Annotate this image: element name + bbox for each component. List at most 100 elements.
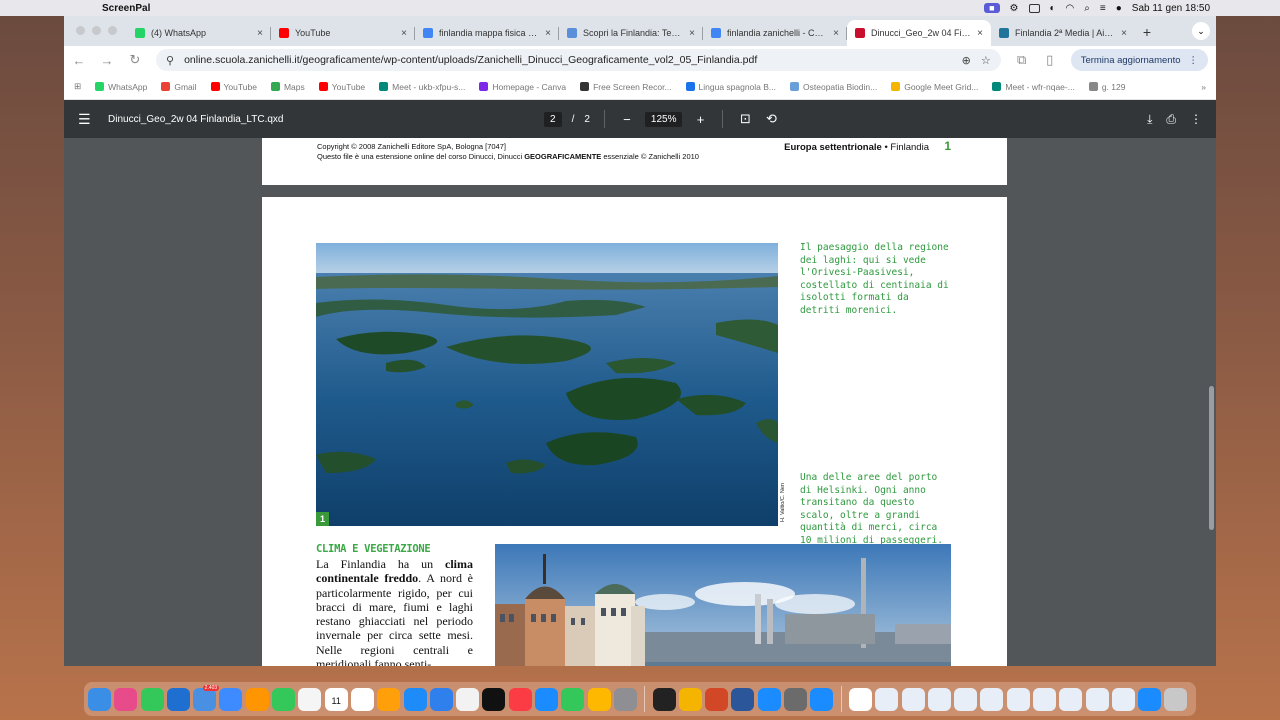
dock-file-app-icon-1[interactable] — [848, 687, 872, 711]
url-text[interactable]: online.scuola.zanichelli.it/geograficame… — [184, 54, 952, 66]
screenpal-status-icon[interactable]: ■ — [984, 3, 1000, 13]
dock-file-app-icon-9[interactable] — [1059, 687, 1083, 711]
dock-app-icon-1[interactable] — [88, 687, 111, 711]
audio-icon[interactable]: ◐ — [1050, 3, 1056, 14]
forward-arrow-icon[interactable]: → — [100, 53, 114, 68]
bookmark-item[interactable]: Osteopatia Biodin... — [790, 82, 877, 92]
print-icon[interactable]: ⎙ — [1166, 112, 1176, 127]
wifi-icon[interactable]: ◠ — [1066, 3, 1075, 14]
tab-3[interactable]: finlandia mappa fisica di... × — [415, 20, 559, 46]
dock-app-icon-3[interactable] — [140, 687, 164, 711]
pdf-menu-icon[interactable]: ☰ — [78, 111, 94, 128]
dock-app-icon-11[interactable] — [350, 687, 374, 711]
dock-file-app-icon-10[interactable] — [1085, 687, 1109, 711]
spotlight-search-icon[interactable]: ⌕ — [1084, 3, 1090, 14]
back-arrow-icon[interactable]: ← — [72, 53, 86, 68]
dock-app-icon-15[interactable] — [456, 687, 480, 711]
dock-recent-app-icon-1[interactable] — [652, 687, 676, 711]
zoom-out-button[interactable]: − — [619, 112, 635, 127]
dock-app-icon-13[interactable] — [403, 687, 427, 711]
dock-file-app-icon-12[interactable] — [1138, 687, 1162, 711]
dock-app-icon-21[interactable] — [613, 687, 637, 711]
zoom-window-button[interactable] — [108, 26, 117, 35]
tab-search-icon[interactable]: ⌄ — [1192, 22, 1210, 40]
bookmark-star-icon[interactable]: ☆ — [981, 54, 991, 67]
dock-app-icon-7[interactable] — [245, 687, 269, 711]
fit-page-icon[interactable]: ⊡ — [737, 111, 753, 127]
dock-app-icon-6[interactable] — [219, 687, 243, 711]
dock-file-app-icon-5[interactable] — [954, 687, 978, 711]
tab-close-icon[interactable]: × — [689, 28, 695, 39]
bookmark-item[interactable]: WhatsApp — [95, 82, 147, 92]
menubar-clock[interactable]: Sab 11 gen 18:50 — [1132, 3, 1210, 14]
tab-2[interactable]: YouTube × — [271, 20, 415, 46]
bookmark-item[interactable]: YouTube — [210, 82, 257, 92]
pdf-scrollbar-thumb[interactable] — [1209, 386, 1214, 530]
battery-icon[interactable] — [1028, 3, 1040, 13]
dock-app-icon-12[interactable] — [377, 687, 401, 711]
dock-recent-app-icon-5[interactable] — [757, 687, 781, 711]
bookmark-item[interactable]: Free Screen Recor... — [580, 82, 672, 92]
dock-file-app-icon-3[interactable] — [901, 687, 925, 711]
dock-recent-app-icon-7[interactable] — [810, 687, 834, 711]
tab-1[interactable]: (4) WhatsApp × — [127, 20, 271, 46]
dock-app-icon-4[interactable] — [166, 687, 190, 711]
dock-app-icon-14[interactable] — [429, 687, 453, 711]
page-number-input[interactable]: 2 — [544, 111, 562, 127]
siri-icon[interactable]: ● — [1116, 3, 1122, 14]
dock-recent-app-icon-4[interactable] — [731, 687, 755, 711]
dock-file-app-icon-6[interactable] — [980, 687, 1004, 711]
bookmark-item[interactable]: Homepage - Canva — [479, 82, 566, 92]
dock-app-icon-17[interactable] — [508, 687, 532, 711]
more-bookmarks-icon[interactable]: » — [1201, 82, 1206, 92]
zoom-in-button[interactable]: + — [692, 112, 708, 127]
dock-app-icon-9[interactable] — [298, 687, 322, 711]
bookmark-item[interactable]: Meet - wfr-nqae-... — [992, 82, 1075, 92]
control-center-icon[interactable]: ≡ — [1100, 3, 1106, 14]
reload-icon[interactable]: ↻ — [128, 52, 142, 68]
zoom-level-input[interactable]: 125% — [644, 111, 683, 127]
tab-close-icon[interactable]: × — [977, 28, 983, 39]
bookmark-item[interactable]: Maps — [270, 82, 305, 92]
tab-5[interactable]: finlandia zanichelli - Cer... × — [703, 20, 847, 46]
bookmark-item[interactable]: Google Meet Grid... — [891, 82, 978, 92]
bookmark-item[interactable]: g. 129 — [1088, 82, 1125, 92]
tab-close-icon[interactable]: × — [1121, 28, 1127, 39]
dock-file-app-icon-8[interactable] — [1032, 687, 1056, 711]
site-info-icon[interactable]: ⚲ — [166, 54, 174, 67]
minimize-window-button[interactable] — [92, 26, 101, 35]
bookmark-item[interactable]: Gmail — [161, 82, 197, 92]
active-app-name[interactable]: ScreenPal — [102, 3, 150, 14]
dock-file-app-icon-7[interactable] — [1006, 687, 1030, 711]
tab-close-icon[interactable]: × — [401, 28, 407, 39]
dock-app-icon-10[interactable]: 11 — [324, 687, 348, 711]
dock-app-icon-19[interactable] — [561, 687, 585, 711]
pdf-viewer-area[interactable]: Copyright © 2008 Zanichelli Editore SpA,… — [64, 138, 1216, 666]
more-options-icon[interactable]: ⋮ — [1190, 112, 1202, 127]
rotate-icon[interactable]: ⟲ — [763, 111, 779, 127]
tab-close-icon[interactable]: × — [545, 28, 551, 39]
new-tab-button[interactable]: + — [1135, 24, 1159, 46]
pdf-scrollbar[interactable] — [1207, 138, 1216, 666]
tab-4[interactable]: Scopri la Finlandia: Terri... × — [559, 20, 703, 46]
tab-close-icon[interactable]: × — [257, 28, 263, 39]
finish-update-button[interactable]: Termina aggiornamento ⋮ — [1070, 49, 1208, 71]
dock-app-icon-8[interactable] — [272, 687, 296, 711]
tab-close-icon[interactable]: × — [833, 28, 839, 39]
tab-6[interactable]: Dinucci_Geo_2w 04 Finl... × — [847, 20, 991, 46]
bookmark-item[interactable]: Lingua spagnola B... — [685, 82, 776, 92]
dock-app-icon-20[interactable] — [587, 687, 611, 711]
dock-recent-app-icon-6[interactable] — [784, 687, 808, 711]
dock-file-app-icon-2[interactable] — [875, 687, 899, 711]
zoom-icon[interactable]: ⊕ — [962, 54, 971, 67]
dock-file-app-icon-11[interactable] — [1111, 687, 1135, 711]
dock-app-icon-18[interactable] — [535, 687, 559, 711]
dock-app-icon-2[interactable] — [114, 687, 138, 711]
extension-status-icon[interactable]: ⚙ — [1010, 3, 1019, 14]
tab-7[interactable]: Finlandia 2ª Media | Aiut... × — [991, 20, 1135, 46]
address-bar[interactable]: ⚲ online.scuola.zanichelli.it/geografica… — [156, 49, 1001, 71]
apps-grid-icon[interactable]: ⊞ — [74, 81, 81, 92]
dock-app-icon-5[interactable]: 2.403 — [193, 684, 220, 711]
bookmark-item[interactable]: YouTube — [318, 82, 365, 92]
close-window-button[interactable] — [76, 26, 85, 35]
